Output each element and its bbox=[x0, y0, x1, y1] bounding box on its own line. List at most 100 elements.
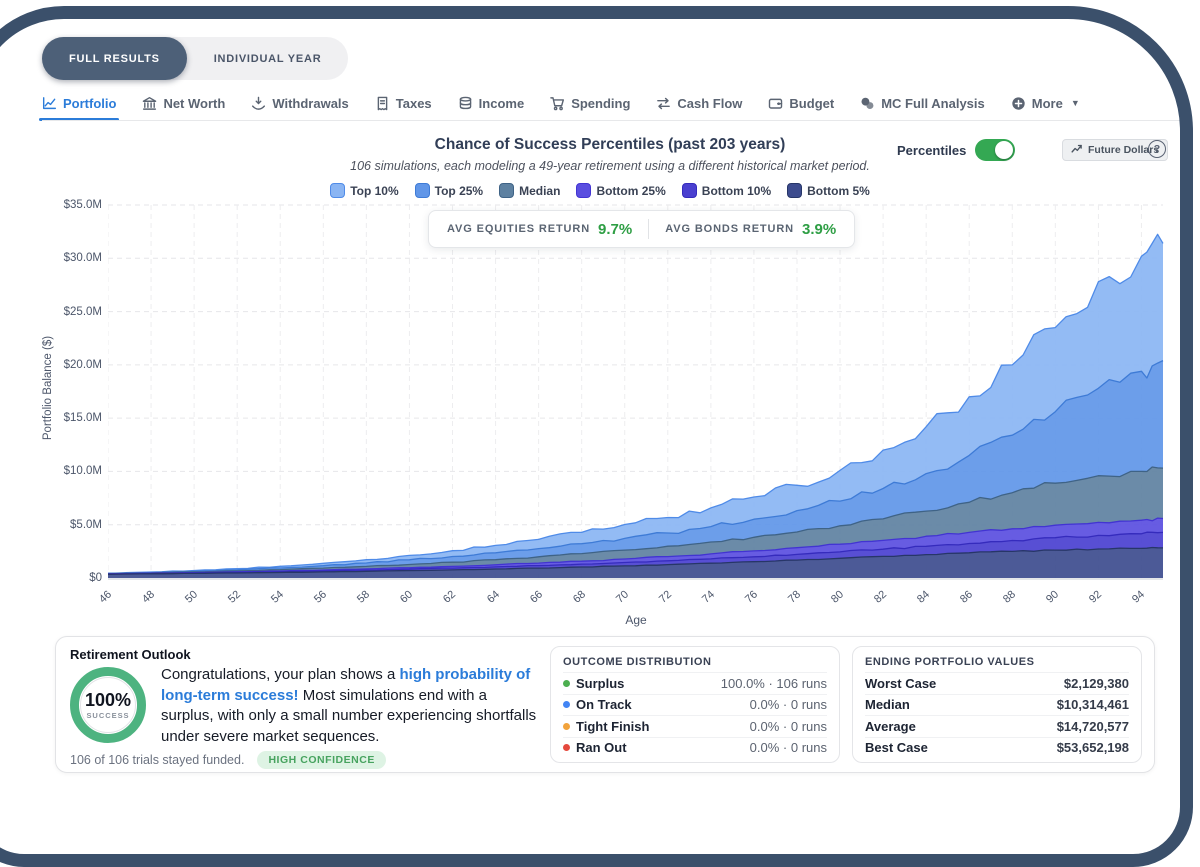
row-value: 0.0% · 0 runs bbox=[750, 719, 827, 734]
x-tick-label: 76 bbox=[743, 588, 760, 605]
nav-tab-label: Withdrawals bbox=[272, 96, 348, 111]
nav-tab-label: Income bbox=[479, 96, 525, 111]
table-row: Average$14,720,577 bbox=[865, 715, 1129, 737]
view-tab-full-results[interactable]: FULL RESULTS bbox=[42, 37, 187, 80]
outlook-section: Retirement Outlook 100% SUCCESS Congratu… bbox=[70, 646, 538, 763]
row-value: 0.0% · 0 runs bbox=[750, 740, 827, 755]
x-tick-label: 70 bbox=[614, 588, 631, 605]
y-tick-label: $25.0M bbox=[64, 306, 102, 318]
status-dot-icon bbox=[563, 701, 570, 708]
percentiles-label: Percentiles bbox=[897, 143, 966, 158]
row-label: Surplus bbox=[563, 676, 624, 691]
cart-icon bbox=[550, 96, 565, 111]
legend-swatch bbox=[330, 183, 345, 198]
message-prefix: Congratulations, your plan shows a bbox=[161, 666, 399, 683]
nav-tab-taxes[interactable]: Taxes bbox=[375, 96, 432, 111]
row-value: 0.0% · 0 runs bbox=[750, 697, 827, 712]
bonds-return-value: 3.9% bbox=[802, 221, 836, 238]
nav-tab-label: Net Worth bbox=[163, 96, 225, 111]
nav-tab-portfolio[interactable]: Portfolio bbox=[42, 96, 116, 111]
legend-swatch bbox=[576, 183, 591, 198]
row-label-text: Tight Finish bbox=[576, 719, 649, 734]
legend-swatch bbox=[499, 183, 514, 198]
nav-tab-withdrawals[interactable]: Withdrawals bbox=[251, 96, 348, 111]
view-tab-individual-year[interactable]: INDIVIDUAL YEAR bbox=[187, 37, 349, 80]
legend-item-median[interactable]: Median bbox=[499, 183, 560, 198]
legend-item-top-25[interactable]: Top 25% bbox=[415, 183, 483, 198]
row-label: Average bbox=[865, 719, 916, 734]
legend-label: Median bbox=[519, 184, 560, 198]
chart-legend: Top 10% Top 25% Median Bottom 25% Bottom 10%… bbox=[0, 183, 1200, 198]
chart-title: Chance of Success Percentiles (past 203 … bbox=[250, 136, 970, 154]
row-label: Ran Out bbox=[563, 740, 627, 755]
row-label-text: Median bbox=[865, 697, 910, 712]
status-dot-icon bbox=[563, 744, 570, 751]
toggle-knob bbox=[995, 141, 1013, 159]
nav-tab-mc-full-analysis[interactable]: MC Full Analysis bbox=[860, 96, 985, 111]
outcome-distribution-title: OUTCOME DISTRIBUTION bbox=[563, 654, 827, 672]
y-axis-ticks: $0$5.0M$10.0M$15.0M$20.0M$25.0M$30.0M$35… bbox=[28, 202, 102, 580]
legend-item-bottom-5[interactable]: Bottom 5% bbox=[787, 183, 870, 198]
nav-tab-label: MC Full Analysis bbox=[881, 96, 985, 111]
x-tick-label: 46 bbox=[97, 588, 114, 605]
x-tick-label: 72 bbox=[657, 588, 674, 605]
nav-divider bbox=[42, 120, 1182, 121]
success-ring: 100% SUCCESS bbox=[70, 667, 146, 743]
nav-tab-net-worth[interactable]: Net Worth bbox=[142, 96, 225, 111]
outlook-message: Congratulations, your plan shows a high … bbox=[161, 665, 538, 748]
table-row: Worst Case$2,129,380 bbox=[865, 672, 1129, 694]
y-tick-label: $35.0M bbox=[64, 199, 102, 211]
x-tick-label: 84 bbox=[915, 588, 932, 605]
trials-footnote: 106 of 106 trials stayed funded. bbox=[70, 753, 244, 767]
row-value: 100.0% · 106 runs bbox=[721, 676, 827, 691]
nav-tab-label: Taxes bbox=[396, 96, 432, 111]
x-tick-label: 92 bbox=[1087, 588, 1104, 605]
table-row: On Track0.0% · 0 runs bbox=[563, 694, 827, 716]
nav-tab-budget[interactable]: Budget bbox=[768, 96, 834, 111]
wallet-icon bbox=[768, 96, 783, 111]
legend-item-bottom-25[interactable]: Bottom 25% bbox=[576, 183, 665, 198]
x-axis-title: Age bbox=[108, 613, 1164, 627]
help-icon[interactable]: ? bbox=[1148, 140, 1166, 158]
status-dot-icon bbox=[563, 680, 570, 687]
legend-label: Top 10% bbox=[350, 184, 398, 198]
legend-item-top-10[interactable]: Top 10% bbox=[330, 183, 398, 198]
success-ring-inner: 100% SUCCESS bbox=[80, 677, 136, 733]
x-axis-ticks: 4648505254565860626466687072747678808284… bbox=[108, 586, 1188, 616]
legend-swatch bbox=[682, 183, 697, 198]
nav-tab-more[interactable]: More▼ bbox=[1011, 96, 1080, 111]
nav-tab-income[interactable]: Income bbox=[458, 96, 525, 111]
nav-tab-cash-flow[interactable]: Cash Flow bbox=[656, 96, 742, 111]
percentiles-toggle[interactable] bbox=[975, 139, 1015, 161]
legend-label: Bottom 25% bbox=[596, 184, 665, 198]
coins-icon bbox=[458, 96, 473, 111]
x-tick-label: 52 bbox=[226, 588, 243, 605]
legend-item-bottom-10[interactable]: Bottom 10% bbox=[682, 183, 771, 198]
confidence-badge: HIGH CONFIDENCE bbox=[257, 751, 385, 769]
table-row: Ran Out 0.0% · 0 runs bbox=[563, 737, 827, 759]
equities-return-value: 9.7% bbox=[598, 221, 632, 238]
table-row: Median$10,314,461 bbox=[865, 694, 1129, 716]
nav-tab-label: Cash Flow bbox=[677, 96, 742, 111]
arrows-swap-icon bbox=[656, 96, 671, 111]
success-word: SUCCESS bbox=[86, 711, 129, 720]
chart-subtitle: 106 simulations, each modeling a 49-year… bbox=[150, 159, 1070, 173]
row-label-text: Worst Case bbox=[865, 676, 936, 691]
y-tick-label: $20.0M bbox=[64, 359, 102, 371]
x-tick-label: 80 bbox=[829, 588, 846, 605]
x-tick-label: 54 bbox=[269, 588, 286, 605]
row-label: Median bbox=[865, 697, 910, 712]
outcome-distribution-panel: OUTCOME DISTRIBUTION Surplus 100.0% · 106… bbox=[550, 646, 840, 763]
ending-portfolio-values-panel: ENDING PORTFOLIO VALUES Worst Case$2,129… bbox=[852, 646, 1142, 763]
nav-tab-label: Portfolio bbox=[63, 96, 116, 111]
x-tick-label: 48 bbox=[140, 588, 157, 605]
bonds-return-label: AVG BONDS RETURN bbox=[665, 223, 794, 235]
nav-tab-spending[interactable]: Spending bbox=[550, 96, 630, 111]
x-tick-label: 90 bbox=[1044, 588, 1061, 605]
percentiles-control: Percentiles bbox=[897, 139, 1015, 161]
coins-pair-icon bbox=[860, 96, 875, 111]
row-label-text: Surplus bbox=[576, 676, 624, 691]
row-label-text: Best Case bbox=[865, 740, 928, 755]
x-tick-label: 82 bbox=[872, 588, 889, 605]
y-tick-label: $15.0M bbox=[64, 412, 102, 424]
